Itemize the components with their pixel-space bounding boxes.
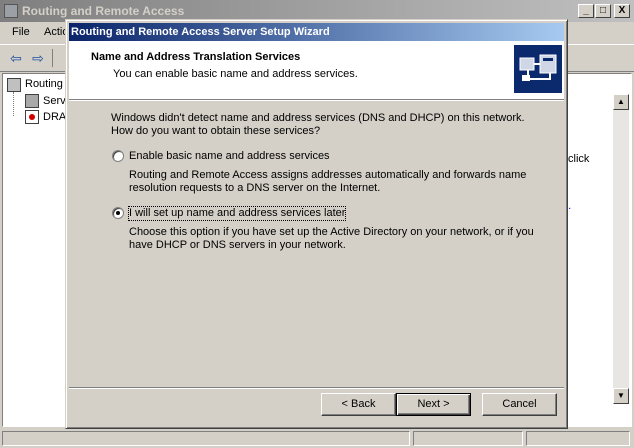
result-text-click: click	[568, 153, 590, 165]
network-connection-icon	[514, 45, 562, 93]
mmc-app-icon	[4, 4, 18, 18]
wizard-title-bar[interactable]: Routing and Remote Access Server Setup W…	[69, 23, 564, 41]
tree-line	[13, 92, 15, 116]
next-button[interactable]: Next >	[396, 393, 471, 416]
console-tree-pane: Routing Serv DRA	[2, 73, 68, 427]
scroll-down-button[interactable]: ▼	[613, 388, 629, 404]
button-divider-highlight	[69, 388, 564, 389]
scroll-up-button[interactable]: ▲	[613, 94, 629, 110]
setup-wizard-dialog: Routing and Remote Access Server Setup W…	[65, 19, 568, 429]
tree-item-server-status[interactable]: Serv	[43, 95, 66, 107]
wizard-header: Name and Address Translation Services Yo…	[69, 41, 564, 99]
vertical-scrollbar[interactable]: ▲ ▼	[613, 94, 629, 404]
server-status-icon	[25, 94, 39, 108]
option-enable-basic-label[interactable]: Enable basic name and address services	[129, 150, 330, 163]
option-setup-later-label[interactable]: I will set up name and address services …	[127, 206, 347, 221]
intro-text-line2: How do you want to obtain these services…	[111, 125, 321, 137]
tree-item-server[interactable]: DRA	[43, 111, 66, 123]
result-pane: click e. ▲ ▼	[562, 73, 632, 427]
option-setup-later-desc-line1: Choose this option if you have set up th…	[129, 226, 534, 238]
radio-selected-dot	[116, 211, 120, 215]
status-cell-main	[2, 431, 410, 446]
back-arrow-icon[interactable]: ⇦	[8, 51, 24, 65]
minimize-button[interactable]: _	[578, 4, 594, 18]
maximize-button[interactable]: □	[595, 4, 611, 18]
back-button[interactable]: < Back	[321, 393, 396, 416]
option-enable-basic-desc-line2: resolution requests to a DNS server on t…	[129, 182, 381, 194]
routing-root-icon	[7, 78, 21, 92]
header-divider-highlight	[69, 100, 564, 101]
toolbar-separator	[52, 49, 53, 67]
option-setup-later-desc-line2: have DHCP or DNS servers in your network…	[129, 239, 346, 251]
wizard-title: Routing and Remote Access Server Setup W…	[71, 26, 330, 38]
forward-arrow-icon[interactable]: ⇨	[30, 51, 46, 65]
option-enable-basic-desc-line1: Routing and Remote Access assigns addres…	[129, 169, 527, 181]
status-bar	[0, 429, 634, 448]
close-button[interactable]: X	[614, 4, 630, 18]
radio-enable-basic-services[interactable]	[112, 150, 124, 162]
intro-text-line1: Windows didn't detect name and address s…	[111, 112, 525, 124]
radio-setup-later[interactable]	[112, 207, 124, 219]
status-cell-2	[413, 431, 523, 446]
server-stopped-icon	[29, 114, 35, 120]
cancel-button[interactable]: Cancel	[482, 393, 557, 416]
menu-file[interactable]: File	[12, 26, 30, 38]
status-cell-3	[526, 431, 630, 446]
page-title: Name and Address Translation Services	[91, 51, 301, 63]
tree-item-root[interactable]: Routing	[25, 78, 63, 90]
page-subtitle: You can enable basic name and address se…	[113, 68, 358, 80]
server-icon	[25, 110, 39, 124]
